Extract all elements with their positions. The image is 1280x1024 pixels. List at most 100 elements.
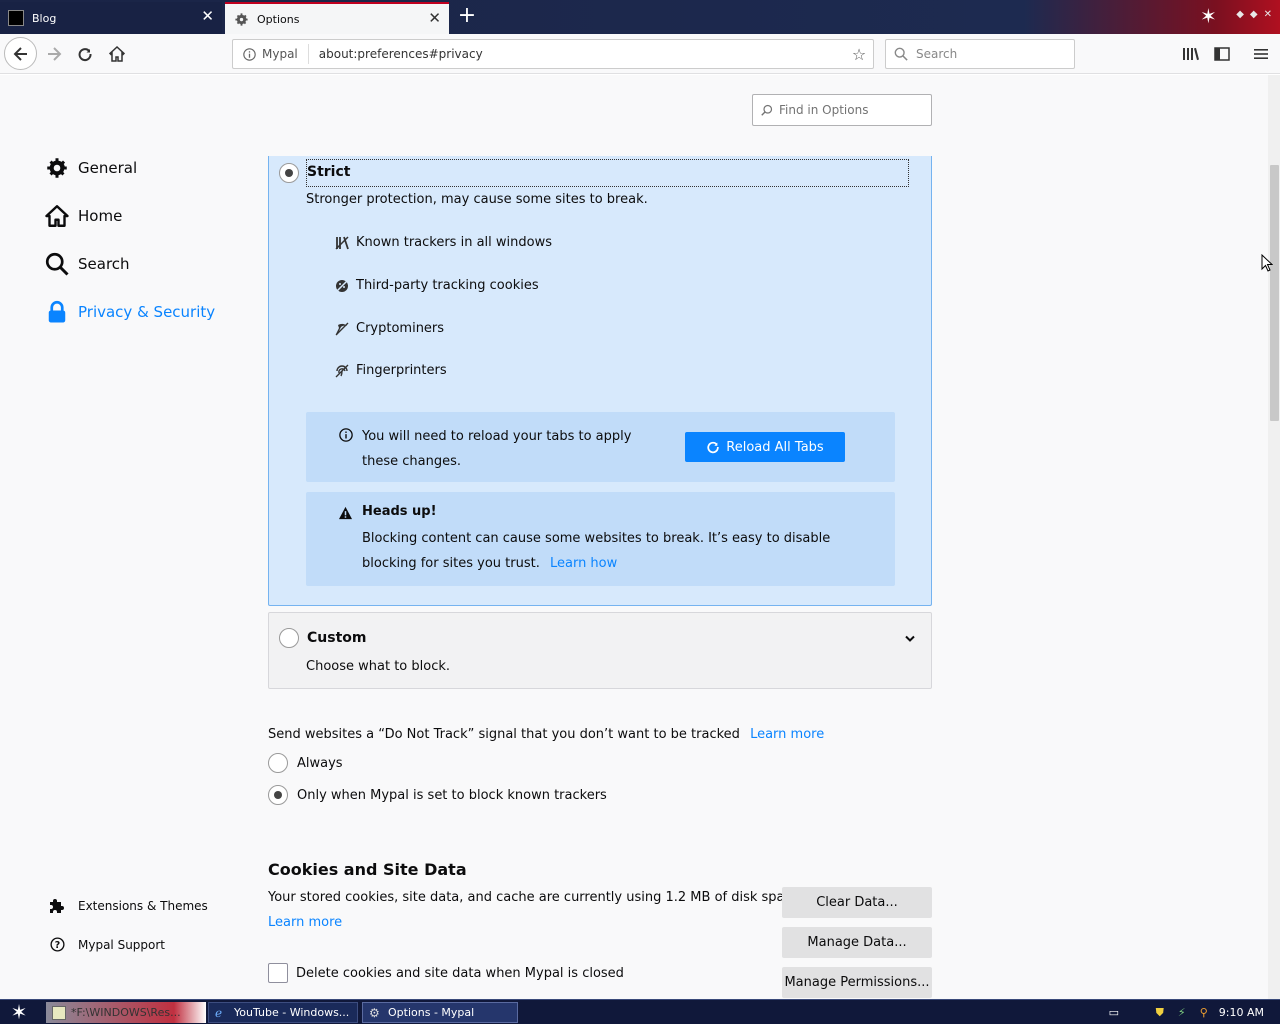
minimize-icon[interactable]: ◆ (1236, 9, 1244, 20)
info-icon (339, 428, 353, 446)
support-link[interactable]: ? Mypal Support (48, 937, 165, 952)
reload-icon (707, 441, 720, 454)
tracker-item: Third-party tracking cookies (335, 278, 539, 293)
reload-all-tabs-button[interactable]: Reload All Tabs (685, 432, 845, 462)
bookmark-star-icon[interactable]: ☆ (845, 45, 873, 64)
manage-permissions-button[interactable]: Manage Permissions... (782, 967, 932, 998)
tab-blog[interactable]: Blog ✕ (0, 2, 222, 34)
extensions-themes-link[interactable]: Extensions & Themes (48, 898, 208, 914)
custom-radio[interactable] (279, 628, 299, 648)
browser-icon: ℯ (215, 1005, 223, 1020)
focus-ring (306, 159, 909, 187)
dnt-option-label: Only when Mypal is set to block known tr… (297, 787, 607, 803)
gear-icon (233, 11, 249, 27)
system-tray: ▭ ⛊ ⚡ ⚲ 9:10 AM (1107, 1002, 1280, 1023)
custom-description: Choose what to block. (306, 659, 451, 674)
dnt-option-when-blocking[interactable]: Only when Mypal is set to block known tr… (268, 785, 607, 805)
cookies-section-title: Cookies and Site Data (268, 860, 467, 879)
preferences-page: Find in Options General Home Search Priv… (0, 75, 1268, 999)
strict-label[interactable]: Strict (307, 164, 350, 180)
taskbar-item[interactable]: *F:\WINDOWS\Res... (46, 1002, 206, 1023)
taskbar-item[interactable]: ℯ YouTube - Windows... (208, 1002, 358, 1023)
library-icon[interactable] (1180, 43, 1202, 65)
heads-up-title: Heads up! (362, 504, 437, 519)
keyboard-icon[interactable]: ▭ (1107, 1006, 1121, 1020)
url-bar[interactable]: Mypal about:preferences#privacy ☆ (232, 39, 874, 69)
puzzle-icon (48, 898, 66, 914)
close-window-icon[interactable]: ✕ (1264, 9, 1272, 20)
reload-button[interactable] (69, 38, 101, 70)
clock[interactable]: 9:10 AM (1219, 1006, 1264, 1019)
site-identity[interactable]: Mypal (233, 44, 309, 64)
find-placeholder: Find in Options (779, 103, 869, 117)
delete-cookies-checkbox[interactable] (268, 963, 288, 983)
sidebar-item-label: Privacy & Security (78, 303, 216, 321)
tracker-item-label: Fingerprinters (356, 363, 447, 378)
dnt-always-radio[interactable] (268, 753, 288, 773)
start-button[interactable]: ✶ (0, 1000, 38, 1024)
scrollbar-thumb[interactable] (1270, 165, 1279, 421)
manage-data-button[interactable]: Manage Data... (782, 927, 932, 958)
sidebar-toggle-icon[interactable] (1211, 43, 1233, 65)
do-not-track-text: Send websites a “Do Not Track” signal th… (268, 727, 824, 742)
chevron-down-icon[interactable] (905, 631, 915, 647)
lock-icon (44, 299, 70, 325)
home-icon (44, 203, 70, 229)
cookies-learn-more-link[interactable]: Learn more (268, 915, 342, 930)
dnt-description: Send websites a “Do Not Track” signal th… (268, 727, 740, 742)
search-icon (894, 47, 908, 61)
home-icon (109, 46, 125, 62)
close-icon[interactable]: ✕ (201, 9, 214, 24)
sidebar-item-search[interactable]: Search (44, 250, 130, 278)
dnt-when-blocking-radio[interactable] (268, 785, 288, 805)
sidebar-item-home[interactable]: Home (44, 202, 122, 230)
url-text[interactable]: about:preferences#privacy (309, 47, 845, 61)
gear-icon: ⚙ (369, 1005, 380, 1020)
dnt-learn-more-link[interactable]: Learn more (750, 727, 824, 742)
new-tab-button[interactable]: + (455, 4, 479, 30)
home-button[interactable] (101, 38, 133, 70)
delete-cookies-option[interactable]: Delete cookies and site data when Mypal … (268, 963, 624, 983)
warning-icon (338, 506, 353, 524)
sidebar-item-privacy-security[interactable]: Privacy & Security (44, 298, 215, 326)
tab-label: Blog (32, 11, 57, 25)
search-icon (761, 104, 773, 116)
close-icon[interactable]: ✕ (428, 11, 441, 26)
back-button[interactable] (4, 37, 37, 70)
window-controls: ◆ ◆ ✕ (1236, 9, 1272, 20)
tab-strip: Blog ✕ Options ✕ + ✶ ◆ ◆ ✕ (0, 0, 1280, 34)
notepad-icon (52, 1005, 66, 1020)
network-icon[interactable]: ⚡ (1175, 1006, 1189, 1020)
shield-icon[interactable]: ⛊ (1153, 1006, 1167, 1020)
tab-options[interactable]: Options ✕ (225, 2, 449, 34)
clear-data-button[interactable]: Clear Data... (782, 887, 932, 918)
strict-description: Stronger protection, may cause some site… (306, 192, 648, 207)
tracker-item: Known trackers in all windows (335, 235, 552, 250)
tracker-item-label: Known trackers in all windows (356, 235, 552, 250)
reload-notice: You will need to reload your tabs to app… (306, 412, 895, 482)
cryptominer-icon (335, 322, 349, 336)
menu-icon[interactable] (1250, 43, 1272, 65)
cookie-icon (335, 278, 349, 293)
search-tray-icon[interactable]: ⚲ (1197, 1006, 1211, 1020)
custom-option-box[interactable]: Custom Choose what to block. (268, 612, 932, 689)
taskbar: ✶ *F:\WINDOWS\Res... ℯ YouTube - Windows… (0, 999, 1280, 1024)
learn-how-link[interactable]: Learn how (550, 556, 617, 571)
star-logo-icon: ✶ (1200, 4, 1217, 28)
forward-button[interactable] (38, 38, 70, 70)
page-scrollbar[interactable] (1268, 75, 1280, 999)
identity-label: Mypal (262, 47, 298, 61)
strict-radio[interactable] (279, 163, 299, 183)
dnt-option-always[interactable]: Always (268, 753, 343, 773)
taskbar-item[interactable]: ⚙ Options - Mypal (362, 1002, 518, 1023)
sidebar-item-general[interactable]: General (44, 154, 137, 182)
reload-button-label: Reload All Tabs (726, 439, 824, 455)
mouse-cursor-icon (1261, 253, 1274, 276)
maximize-icon[interactable]: ◆ (1250, 9, 1258, 20)
search-bar[interactable]: Search (885, 39, 1075, 69)
search-placeholder: Search (916, 47, 958, 61)
svg-text:?: ? (54, 940, 59, 951)
tracker-item: Fingerprinters (335, 363, 447, 378)
custom-label[interactable]: Custom (307, 630, 366, 646)
find-in-options-input[interactable]: Find in Options (752, 94, 932, 126)
